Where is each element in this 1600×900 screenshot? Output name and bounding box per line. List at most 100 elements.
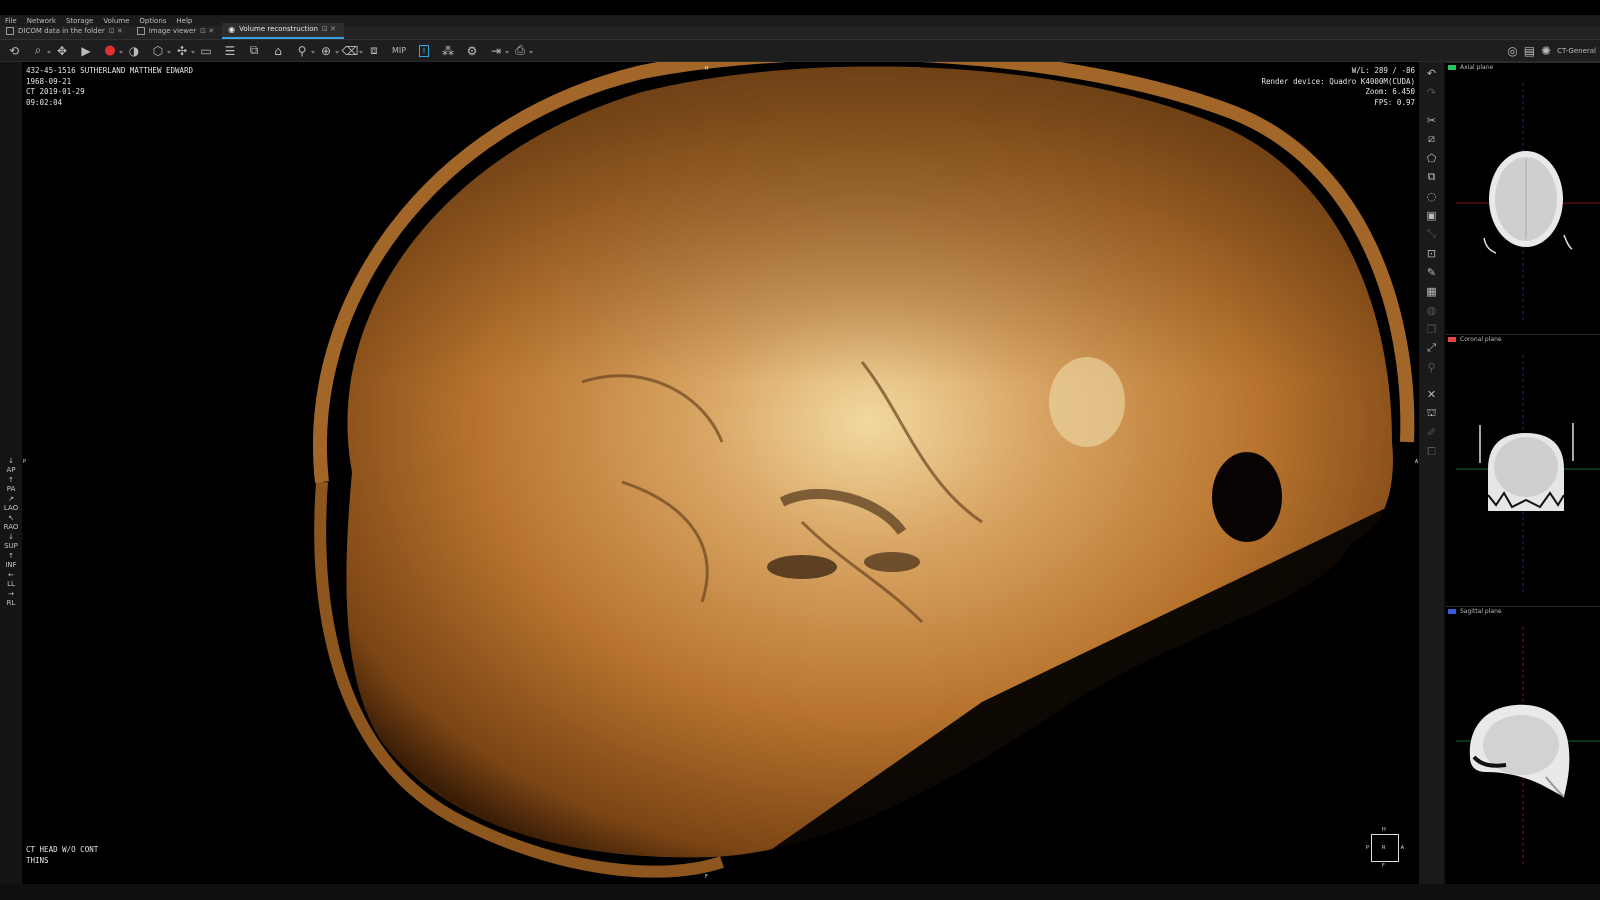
copy-icon[interactable]: ❐ <box>1424 321 1440 337</box>
box-cut-icon[interactable]: ⧉ <box>1424 169 1440 185</box>
preset-label[interactable]: CT-General <box>1557 47 1596 55</box>
toolbar: ⟲ ⌕ ✥ ▶ ● ◑ ⬡ ✣ ▭ ☰ ⧉ ⌂ ⚲ ⊕ ⌫ ⧈ MIP i ⁂ … <box>0 40 1600 62</box>
ruler-icon[interactable]: ▭ <box>197 42 215 60</box>
crop-icon[interactable]: ⧄ <box>1424 131 1440 147</box>
print-icon[interactable]: ⎙ <box>511 42 533 60</box>
chart-icon[interactable]: ▤ <box>1524 44 1535 58</box>
tab-bar: DICOM data in the folder ⊡ ✕ Image viewe… <box>0 23 1600 40</box>
tab-dicom-folder[interactable]: DICOM data in the folder ⊡ ✕ <box>0 25 131 39</box>
resize-icon[interactable]: ⤢ <box>1424 340 1440 356</box>
sagittal-slice-image <box>1456 627 1600 867</box>
coronal-slice-image <box>1456 355 1600 595</box>
snapshot-icon[interactable]: ◎ <box>1507 44 1517 58</box>
tab-label: DICOM data in the folder <box>18 27 105 35</box>
move-icon[interactable]: ✣ <box>173 42 195 60</box>
tools-icon[interactable]: ✕ <box>1424 387 1440 403</box>
pan-icon[interactable]: ✥ <box>53 42 71 60</box>
play-icon[interactable]: ▶ <box>77 42 95 60</box>
sagittal-plane-view[interactable]: Sagittal plane <box>1446 606 1600 879</box>
orient-rl[interactable]: → RL <box>2 590 20 608</box>
close-icon[interactable]: ⊡ ✕ <box>200 27 214 35</box>
pin-icon[interactable]: ⚲ <box>293 42 315 60</box>
frame-icon[interactable]: ▣ <box>1424 207 1440 223</box>
tab-label: Image viewer <box>148 27 197 35</box>
select-region-icon[interactable]: ⊡ <box>1424 245 1440 261</box>
orient-ll[interactable]: ← LL <box>2 571 20 589</box>
close-icon[interactable]: ⊡ ✕ <box>109 27 123 35</box>
sphere-icon[interactable]: ◍ <box>1424 302 1440 318</box>
close-icon[interactable]: ⊡ ✕ <box>322 25 336 33</box>
polygon-cut-icon[interactable]: ⬠ <box>1424 150 1440 166</box>
info-icon[interactable]: i <box>415 42 433 60</box>
zoom-icon[interactable]: ⌕ <box>29 42 51 60</box>
menu-options[interactable]: Options <box>134 17 171 25</box>
image-icon <box>136 27 145 35</box>
window-icon[interactable]: ⧈ <box>365 42 383 60</box>
cube-left-label: P <box>1366 845 1370 851</box>
folder-icon <box>6 27 14 35</box>
orient-inf[interactable]: ↑ INF <box>2 552 20 570</box>
duplicate-icon[interactable]: ⧠ <box>1424 444 1440 460</box>
tab-volume-reconstruction[interactable]: ◉ Volume reconstruction ⊡ ✕ <box>222 23 344 39</box>
cube-icon[interactable]: ⬡ <box>149 42 171 60</box>
orient-rao[interactable]: ↖ RAO <box>2 514 20 532</box>
menu-network[interactable]: Network <box>22 17 61 25</box>
menu-volume[interactable]: Volume <box>98 17 134 25</box>
checker-icon[interactable]: ▦ <box>1424 283 1440 299</box>
shrink-icon[interactable]: ⤡ <box>1424 226 1440 242</box>
cut-icon[interactable]: ⧉ <box>245 42 263 60</box>
layers-icon[interactable]: ☰ <box>221 42 239 60</box>
palette-icon[interactable]: ✺ <box>1541 44 1551 58</box>
tab-label: Volume reconstruction <box>239 25 318 33</box>
orientation-buttons: ↓ AP ↑ PA ↗ LAO ↖ RAO ↓ SUP ↑ INF ← LL → RL <box>2 457 20 609</box>
axial-plane-view[interactable]: Axial plane <box>1446 62 1600 335</box>
render-device: Render device: Quadro K4000M(CUDA) <box>1261 76 1415 86</box>
record-icon[interactable]: ● <box>101 42 123 60</box>
scissors-icon[interactable]: ✂ <box>1424 112 1440 128</box>
study-time: 09:02:04 <box>26 97 63 107</box>
rotate-icon[interactable]: ⟲ <box>5 42 23 60</box>
crosshair-icon[interactable]: ⊕ <box>317 42 339 60</box>
marker-bottom: F <box>705 873 709 880</box>
orient-lao[interactable]: ↗ LAO <box>2 495 20 513</box>
orientation-cube[interactable]: H F P A R <box>1366 827 1404 869</box>
tab-image-viewer[interactable]: Image viewer ⊡ ✕ <box>131 25 222 39</box>
coronal-plane-view[interactable]: Coronal plane <box>1446 334 1600 607</box>
sculpt-tool-icon[interactable]: ✎ <box>1424 264 1440 280</box>
bottom-bar <box>0 884 1600 900</box>
redo-icon[interactable]: ↷ <box>1424 85 1440 101</box>
sculpt-icon[interactable]: ⁂ <box>439 42 457 60</box>
menu-file[interactable]: File <box>0 17 22 25</box>
cube-top-label: H <box>1382 827 1386 833</box>
orient-pa[interactable]: ↑ PA <box>2 476 20 494</box>
lasso-icon[interactable]: ◌ <box>1424 188 1440 204</box>
mpr-thumbnails-panel: Axial plane Coronal plane Sagittal plane <box>1446 62 1600 884</box>
remove-table-icon[interactable]: ⛫ <box>1424 406 1440 422</box>
cube-center-label: R <box>1382 845 1386 851</box>
orient-ap[interactable]: ↓ AP <box>2 457 20 475</box>
marker-right: A <box>1414 459 1418 465</box>
marker-left: P <box>23 459 27 465</box>
render-info-overlay: W/L: 289 / -86 Render device: Quadro K400… <box>1261 66 1415 108</box>
orient-sup[interactable]: ↓ SUP <box>2 533 20 551</box>
right-toolbar: ↶ ↷ ✂ ⧄ ⬠ ⧉ ◌ ▣ ⤡ ⊡ ✎ ▦ ◍ ❐ ⤢ ⚲ ✕ ⛫ ✐ ⧠ <box>1419 62 1444 886</box>
settings-icon[interactable]: ⚙ <box>463 42 481 60</box>
series-info-overlay: CT HEAD W/O CONT THINS <box>26 845 98 866</box>
volume-render-viewport[interactable]: 432-45-1516 SUTHERLAND MATTHEW EDWARD 196… <box>22 62 1419 884</box>
eraser-icon[interactable]: ⌫ <box>341 42 363 60</box>
patient-id-name: 432-45-1516 SUTHERLAND MATTHEW EDWARD <box>26 66 194 75</box>
location-icon[interactable]: ⚲ <box>1424 359 1440 375</box>
mip-button[interactable]: MIP <box>389 42 409 60</box>
menu-help[interactable]: Help <box>171 17 197 25</box>
fps-readout: FPS: 0.97 <box>1374 97 1415 107</box>
menu-storage[interactable]: Storage <box>61 17 98 25</box>
zoom-level: Zoom: 6.450 <box>1365 87 1415 96</box>
axial-slice-image <box>1456 83 1600 323</box>
export-icon[interactable]: ⇥ <box>487 42 509 60</box>
series-thickness: THINS <box>26 855 49 865</box>
undo-icon[interactable]: ↶ <box>1424 66 1440 82</box>
window-level: W/L: 289 / -86 <box>1351 66 1415 75</box>
edit-icon[interactable]: ✐ <box>1424 425 1440 441</box>
tag-icon[interactable]: ⌂ <box>269 42 287 60</box>
contrast-icon[interactable]: ◑ <box>125 42 143 60</box>
